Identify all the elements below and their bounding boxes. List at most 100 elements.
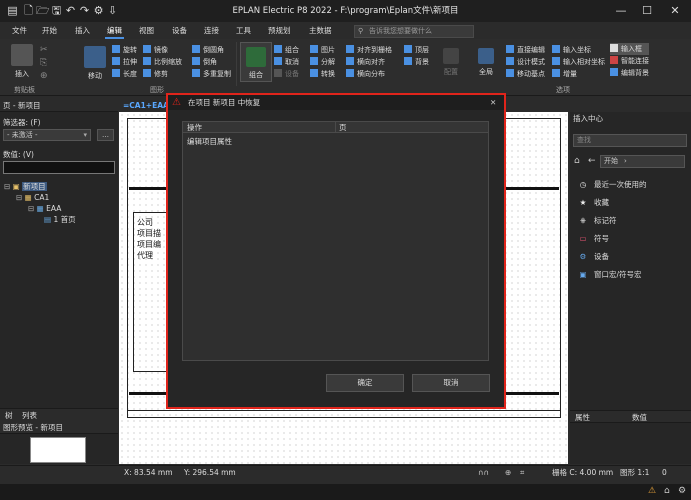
column-divider	[335, 122, 336, 133]
convert-icon	[310, 69, 318, 77]
close-icon[interactable]: ✕	[490, 95, 496, 110]
design-mode-button[interactable]: 设计模式	[506, 56, 545, 68]
menu-start[interactable]: 开始	[40, 22, 59, 39]
new-icon[interactable]: 🗋	[22, 4, 35, 17]
scale-button[interactable]: 比例缩放	[143, 56, 182, 68]
tell-me-search[interactable]: ⚲ 告诉我您想要做什么	[354, 25, 474, 38]
menu-device[interactable]: 设备	[170, 22, 189, 39]
close-button[interactable]: ✕	[662, 0, 688, 22]
tab-tree[interactable]: 树	[5, 410, 13, 421]
table-row[interactable]: 编辑项目属性	[187, 136, 232, 147]
chamfer-button[interactable]: 倒角	[192, 56, 231, 68]
filter-more-button[interactable]: …	[97, 129, 114, 141]
ok-button[interactable]: 确定	[326, 374, 404, 392]
image-button[interactable]: 图片	[310, 44, 335, 56]
minimize-button[interactable]: —	[608, 0, 634, 22]
trim-button[interactable]: 修剪	[143, 68, 182, 80]
column-operation[interactable]: 操作	[187, 122, 202, 133]
tree-node-eaa[interactable]: ⊟ ▦ EAA	[4, 203, 116, 214]
global-button[interactable]: 全局	[474, 48, 498, 77]
tree-node-project[interactable]: ⊟ ▣ 新项目	[4, 181, 116, 192]
gear-icon[interactable]: ⚙	[92, 4, 105, 17]
rotate-button[interactable]: 旋转	[112, 44, 137, 56]
value-input[interactable]	[3, 161, 115, 174]
menu-preplanning[interactable]: 预规划	[266, 22, 293, 39]
smart-connect-button[interactable]: 智能连接	[610, 55, 649, 67]
insert-item-bookmark[interactable]: ⎈ 标记符	[570, 212, 691, 230]
insert-item-device[interactable]: ⚙ 设备	[570, 248, 691, 266]
menu-bar: 文件 开始 插入 编辑 视图 设备 连接 工具 预规划 主数据	[0, 22, 691, 39]
menu-tools[interactable]: 工具	[234, 22, 253, 39]
cancel-button[interactable]: 取消	[412, 374, 490, 392]
align-horizontal-button[interactable]: 横向对齐	[346, 56, 392, 68]
multi-copy-button[interactable]: 多重复制	[192, 68, 231, 80]
insert-item-favorites[interactable]: ★ 收藏	[570, 194, 691, 212]
insert-item-recent[interactable]: ◷ 最近一次使用的	[570, 176, 691, 194]
ortho-icon[interactable]: ⌗	[520, 466, 524, 479]
group-big-button[interactable]: 组合	[240, 42, 272, 82]
tab-page[interactable]: =CA1+EAA	[123, 101, 169, 110]
menu-edit[interactable]: 编辑	[105, 22, 124, 39]
restore-table[interactable]: 操作 页 编辑项目属性	[182, 121, 489, 361]
zero-value: 0	[662, 468, 667, 477]
tab-list[interactable]: 列表	[22, 410, 37, 421]
tree-node-ca1[interactable]: ⊟ ▦ CA1	[4, 192, 116, 203]
back-icon[interactable]: ←	[588, 156, 596, 166]
column-page[interactable]: 页	[339, 122, 347, 133]
warning-icon[interactable]: ⚠	[648, 486, 656, 496]
tab-properties[interactable]: 属性	[575, 412, 590, 423]
customize-icon[interactable]: ⇩	[106, 4, 119, 17]
mirror-button[interactable]: 镜像	[143, 44, 182, 56]
snap-icon[interactable]: ∩∩	[478, 466, 489, 479]
input-relative-coord-button[interactable]: 输入相对坐标	[552, 56, 605, 68]
menu-view[interactable]: 视图	[137, 22, 156, 39]
direct-edit-button[interactable]: 直接编辑	[506, 44, 545, 56]
grid-size: 栅格 C: 4.00 mm	[552, 468, 614, 477]
distribute-horizontal-button[interactable]: 横向分布	[346, 68, 392, 80]
undo-icon[interactable]: ↶	[64, 4, 77, 17]
increment-button[interactable]: 增量	[552, 68, 605, 80]
notification-icon[interactable]: ⌂	[664, 486, 670, 496]
edit-background-button[interactable]: 编辑背景	[610, 67, 649, 79]
clipboard-small-icons[interactable]: ✂ ⎘ ⊕	[40, 44, 48, 83]
move-base-point-button[interactable]: 移动基点	[506, 68, 545, 80]
settings-icon[interactable]: ⚙	[678, 486, 686, 496]
insert-item-symbol[interactable]: ▭ 符号	[570, 230, 691, 248]
filter-select[interactable]: - 未激活 - ▾	[3, 129, 91, 141]
device-button[interactable]: 设备	[274, 68, 299, 80]
insert-item-window-macro[interactable]: ▣ 窗口宏/符号宏	[570, 266, 691, 284]
open-icon[interactable]: 🗁	[36, 4, 50, 17]
menu-master-data[interactable]: 主数据	[307, 22, 334, 39]
input-coord-button[interactable]: 输入坐标	[552, 44, 605, 56]
combine-button[interactable]: 组合	[274, 44, 299, 56]
length-button[interactable]: 长度	[112, 68, 137, 80]
convert-button[interactable]: 转换	[310, 68, 335, 80]
menu-connect[interactable]: 连接	[202, 22, 221, 39]
top-layer-button[interactable]: 顶层	[404, 44, 429, 56]
app-logo-icon: ▤	[7, 4, 18, 17]
tab-values[interactable]: 数值	[632, 412, 647, 423]
save-icon[interactable]: 🖫	[50, 4, 63, 17]
recent-icon: ◷	[579, 180, 587, 189]
fillet-button[interactable]: 倒圆角	[192, 44, 231, 56]
page-thumbnail[interactable]	[30, 437, 86, 463]
distribute-icon	[346, 69, 354, 77]
input-box-button[interactable]: 输入框	[610, 43, 649, 55]
menu-file[interactable]: 文件	[10, 22, 29, 39]
breadcrumb[interactable]: 开始 ›	[600, 155, 685, 168]
menu-insert[interactable]: 插入	[73, 22, 92, 39]
home-icon[interactable]: ⌂	[574, 156, 580, 166]
cancel-group-button[interactable]: 取消	[274, 56, 299, 68]
explode-button[interactable]: 分解	[310, 56, 335, 68]
background-button[interactable]: 背景	[404, 56, 429, 68]
grid-icon[interactable]: ⊕	[505, 466, 511, 479]
insert-center-search[interactable]: 查找	[573, 134, 687, 147]
redo-icon[interactable]: ↷	[78, 4, 91, 17]
config-button[interactable]: 配置	[440, 48, 462, 77]
paste-button[interactable]: 插入	[8, 44, 36, 79]
move-button[interactable]: 移动	[82, 46, 108, 81]
tree-node-page1[interactable]: ▤ 1 首页	[4, 214, 116, 225]
maximize-button[interactable]: ☐	[634, 0, 660, 22]
align-grid-button[interactable]: 对齐到栅格	[346, 44, 392, 56]
stretch-button[interactable]: 拉伸	[112, 56, 137, 68]
